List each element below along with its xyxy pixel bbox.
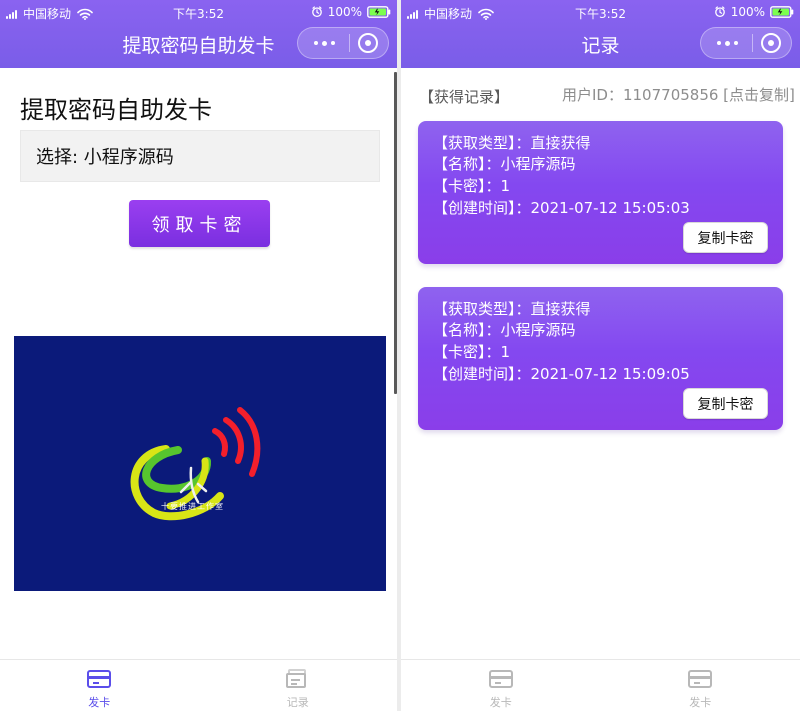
tab-issue-card[interactable]: 发卡 xyxy=(0,660,199,711)
right-page-title: 记录 xyxy=(581,35,620,57)
card-icon xyxy=(687,669,713,689)
record-name: 【名称】：小程序源码 xyxy=(433,155,576,173)
tab-issue-card-secondary[interactable]: 发卡 xyxy=(601,660,800,711)
records-label: 【获得记录】 xyxy=(419,88,510,106)
signal-icon xyxy=(407,9,418,19)
card-icon xyxy=(488,669,514,689)
left-status-right: 100% xyxy=(311,5,391,19)
close-target-icon[interactable] xyxy=(358,33,378,53)
copy-secret-button[interactable]: 复制卡密 xyxy=(683,388,768,419)
record-card: 【获取类型】：直接获得 【名称】：小程序源码 【卡密】：1 【创建时间】：202… xyxy=(418,287,783,430)
carrier-text: 中国移动 xyxy=(424,7,473,21)
product-select[interactable]: 选择: 小程序源码 xyxy=(20,130,380,182)
left-phone: 中国移动 下午3:52 100% 提取密码自助发卡 提取密码自助发卡 选择: 小… xyxy=(0,0,397,711)
wifi-icon xyxy=(478,8,494,20)
screenshot-stage: 中国移动 下午3:52 100% 提取密码自助发卡 提取密码自助发卡 选择: 小… xyxy=(0,0,800,711)
product-select-label: 选择: 小程序源码 xyxy=(36,147,174,168)
card-icon xyxy=(86,669,112,689)
right-statusbar: 中国移动 下午3:52 100% xyxy=(401,3,800,21)
more-icon[interactable] xyxy=(308,33,340,53)
record-secret: 【卡密】：1 xyxy=(433,343,511,361)
right-content: 【获得记录】 用户ID：1107705856 [点击复制] 【获取类型】：直接获… xyxy=(401,68,800,711)
alarm-icon xyxy=(311,6,323,18)
carrier-text: 中国移动 xyxy=(23,7,72,21)
tab-label-records: 记录 xyxy=(286,696,309,709)
user-id-copy-link[interactable]: 用户ID：1107705856 [点击复制] xyxy=(562,84,795,105)
logo-art xyxy=(130,407,261,521)
right-tabbar: 发卡 发卡 xyxy=(401,659,800,711)
alarm-icon xyxy=(714,6,726,18)
battery-icon xyxy=(367,6,391,18)
tab-label-issue-card: 发卡 xyxy=(489,696,512,709)
record-type: 【获取类型】：直接获得 xyxy=(433,134,591,152)
claim-card-button[interactable]: 领取卡密 xyxy=(129,200,270,247)
left-capsule-menu[interactable] xyxy=(297,27,389,59)
battery-icon xyxy=(770,6,794,18)
tab-records[interactable]: 记录 xyxy=(199,660,398,711)
capsule-separator xyxy=(348,34,350,52)
left-tabbar: 发卡 记录 xyxy=(0,659,397,711)
tab-label-issue-card-secondary: 发卡 xyxy=(689,696,712,709)
signal-icon xyxy=(6,9,17,19)
tab-issue-card[interactable]: 发卡 xyxy=(401,660,601,711)
copy-secret-button[interactable]: 复制卡密 xyxy=(683,222,768,253)
record-secret: 【卡密】：1 xyxy=(433,177,511,195)
right-phone: 中国移动 下午3:52 100% 记录 【获得记录】 用户ID：11077058… xyxy=(401,0,800,711)
more-icon[interactable] xyxy=(711,33,743,53)
record-created-time: 【创建时间】：2021-07-12 15:09:05 xyxy=(433,365,690,383)
record-icon xyxy=(285,669,311,689)
left-content: 提取密码自助发卡 选择: 小程序源码 领取卡密 十要推进工作室 xyxy=(0,68,397,711)
left-page-title: 提取密码自助发卡 xyxy=(122,35,275,57)
promo-banner: 十要推进工作室 xyxy=(14,336,386,591)
left-status-left: 中国移动 xyxy=(6,5,93,22)
left-header: 中国移动 下午3:52 100% 提取密码自助发卡 xyxy=(0,0,397,68)
record-card: 【获取类型】：直接获得 【名称】：小程序源码 【卡密】：1 【创建时间】：202… xyxy=(418,121,783,264)
right-capsule-menu[interactable] xyxy=(700,27,792,59)
battery-text: 100% xyxy=(730,5,765,19)
status-time: 下午3:52 xyxy=(575,7,626,21)
right-header: 中国移动 下午3:52 100% 记录 xyxy=(401,0,800,68)
page-heading: 提取密码自助发卡 xyxy=(20,96,212,124)
status-time: 下午3:52 xyxy=(173,7,224,21)
right-status-left: 中国移动 xyxy=(407,5,494,22)
wifi-icon xyxy=(77,8,93,20)
battery-text: 100% xyxy=(327,5,362,19)
close-target-icon[interactable] xyxy=(761,33,781,53)
record-type: 【获取类型】：直接获得 xyxy=(433,300,591,318)
right-status-right: 100% xyxy=(714,5,794,19)
left-statusbar: 中国移动 下午3:52 100% xyxy=(0,3,397,21)
record-name: 【名称】：小程序源码 xyxy=(433,321,576,339)
record-created-time: 【创建时间】：2021-07-12 15:05:03 xyxy=(433,199,690,217)
banner-caption: 十要推进工作室 xyxy=(161,502,224,511)
capsule-separator xyxy=(751,34,753,52)
tab-label-issue-card: 发卡 xyxy=(88,696,111,709)
